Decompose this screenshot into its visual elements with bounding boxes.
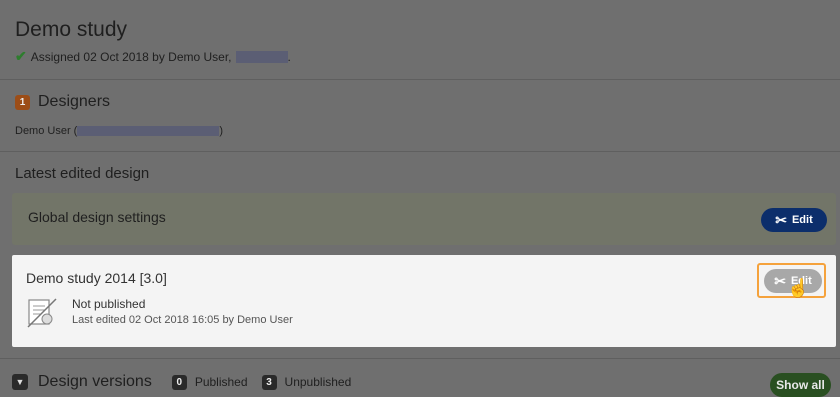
designers-heading: 1 Designers xyxy=(15,93,110,111)
divider xyxy=(0,79,840,80)
latest-design-heading: Latest edited design xyxy=(15,165,150,182)
study-title: Demo study xyxy=(15,18,128,41)
tools-icon: ✂ xyxy=(774,272,786,289)
unpublished-count-badge: 3 xyxy=(261,374,277,390)
hand-cursor-icon: ☝ xyxy=(787,278,810,298)
global-edit-button[interactable]: ✂ Edit xyxy=(761,208,827,232)
edit-label: Edit xyxy=(791,214,813,226)
design-versions-heading[interactable]: Design versions xyxy=(38,373,152,391)
last-edited: Last edited 02 Oct 2018 16:05 by Demo Us… xyxy=(72,314,293,326)
show-all-button[interactable]: Show all xyxy=(770,373,831,397)
designers-count-badge: 1 xyxy=(15,94,30,110)
divider xyxy=(0,151,840,152)
design-card: Demo study 2014 [3.0] Not published Last… xyxy=(12,255,836,347)
publish-status: Not published xyxy=(72,297,146,311)
global-settings-label: Global design settings xyxy=(28,209,166,225)
assigned-end: . xyxy=(287,49,291,64)
assigned-line: ✔ Assigned 02 Oct 2018 by Demo User, . xyxy=(15,48,291,65)
redacted-block xyxy=(235,50,288,63)
assigned-text: Assigned 02 Oct 2018 by Demo User, xyxy=(30,49,232,64)
highlight-frame: ✂ Edit ☝ xyxy=(757,263,826,298)
global-settings-card: Global design settings ✂ Edit xyxy=(12,193,836,245)
designer-entry: Demo User ( ) xyxy=(15,125,223,137)
unpublished-label: Unpublished xyxy=(284,375,352,389)
chevron-down-icon[interactable]: ▼ xyxy=(12,374,28,390)
check-icon: ✔ xyxy=(15,48,27,64)
certificate-icon xyxy=(27,298,57,328)
published-count-badge: 0 xyxy=(171,374,187,390)
redacted-email xyxy=(77,126,220,136)
divider xyxy=(0,358,840,359)
designer-name: Demo User ( xyxy=(15,125,78,137)
design-versions-row: ▼ Design versions 0 Published 3 Unpublis… xyxy=(12,373,365,391)
designers-heading-label: Designers xyxy=(38,93,111,110)
designer-name-end: ) xyxy=(219,125,224,137)
design-title: Demo study 2014 [3.0] xyxy=(26,270,167,286)
published-label: Published xyxy=(194,375,248,389)
tools-icon: ✂ xyxy=(775,211,787,228)
